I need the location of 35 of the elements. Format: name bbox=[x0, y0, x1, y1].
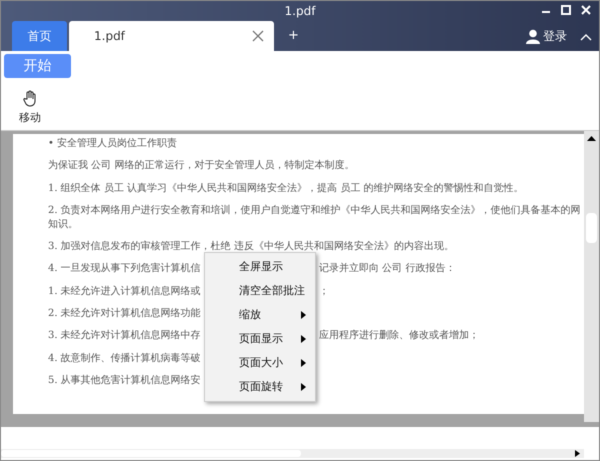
menu-item[interactable]: 页面显示 bbox=[205, 327, 315, 351]
document-text: 4. 一旦发现从事下列危害计算机信 bbox=[48, 262, 202, 276]
document-text: 4. 故意制作、传播计算机病毒等破 bbox=[48, 352, 202, 366]
menu-item[interactable]: 清空全部批注 bbox=[205, 279, 315, 303]
document-text: 知识。 bbox=[48, 218, 78, 232]
menu-item[interactable]: 全屏显示 bbox=[205, 255, 315, 279]
document-text: 2. 负责对本网络用户进行安全教育和培训，使用户自觉遵守和维护《中华人民共和国网络安全法》，使他们具备基本的网 bbox=[48, 204, 581, 218]
maximize-icon[interactable] bbox=[559, 3, 573, 17]
collapse-icon[interactable] bbox=[579, 32, 593, 42]
new-tab-button[interactable]: + bbox=[280, 26, 307, 46]
document-text: 应用程序进行删除、修改或者增加； bbox=[319, 329, 479, 344]
document-text: 记录并立即向 公司 行政报告： bbox=[319, 262, 456, 276]
tab[interactable]: 首页 bbox=[12, 21, 67, 51]
document-text: 3. 加强对信息发布的审核管理工作，杜绝 违反《中华人民共和国网络安全法》的内容出现。 bbox=[48, 240, 454, 254]
scroll-right-icon[interactable] bbox=[574, 449, 582, 458]
tab[interactable]: 1.pdf bbox=[69, 21, 274, 51]
document-text: 1. 未经允许进入计算机信息网络或 bbox=[48, 284, 202, 299]
window-title: 1.pdf bbox=[284, 3, 316, 20]
document-text: 为保证我 公司 网络的正常运行，对于安全管理人员，特制定本制度。 bbox=[48, 159, 354, 174]
document-text: 5. 从事其他危害计算机信息网络安 bbox=[48, 374, 202, 388]
user-icon bbox=[526, 28, 540, 44]
menu-item[interactable]: 缩放 bbox=[205, 303, 315, 327]
login-button[interactable]: 登录 bbox=[520, 26, 573, 46]
document-text: • 安全管理人员岗位工作职责 bbox=[48, 137, 178, 151]
hand-icon bbox=[23, 90, 37, 107]
menu-item[interactable]: 页面大小 bbox=[205, 351, 315, 375]
document-text: ； bbox=[319, 284, 329, 299]
close-tab-icon[interactable] bbox=[252, 30, 264, 42]
vertical-scrollbar[interactable] bbox=[584, 131, 599, 422]
move-tool-button[interactable]: 移动 bbox=[10, 84, 50, 126]
document-text: 3. 未经允许对计算机信息网络中存 bbox=[48, 329, 202, 344]
document-text: 1. 组织全体 员工 认真学习《中华人民共和国网络安全法》，提高 员工 的维护网络安全的警惕性和自觉性。 bbox=[48, 182, 524, 196]
close-icon[interactable] bbox=[579, 3, 593, 17]
document-text: 2. 未经允许对计算机信息网络功能 bbox=[48, 307, 202, 322]
menu-item[interactable]: 页面旋转 bbox=[205, 375, 315, 399]
